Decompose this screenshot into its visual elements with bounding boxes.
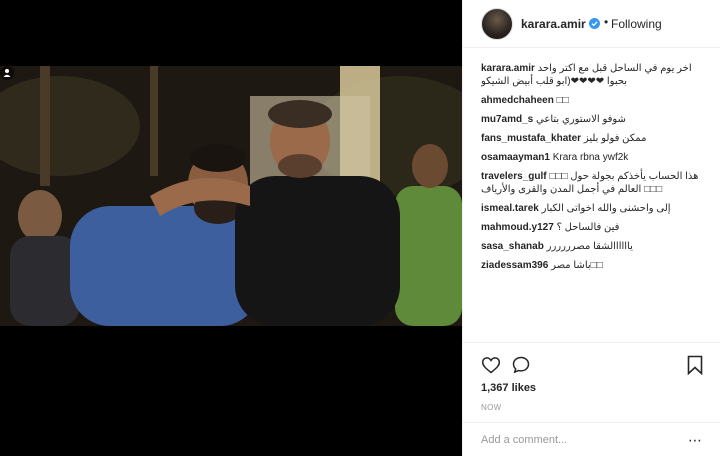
list-item: travelers_gulf هذا الحساب يأخذكم بجولة ح… [481,170,709,196]
bookmark-icon[interactable] [687,355,703,375]
heart-icon[interactable] [481,355,501,375]
comment-username[interactable]: ahmedchaheen [481,95,554,106]
caption: karara.amir اخر يوم في الساحل قبل مع اكت… [481,62,709,88]
post-header: karara.amir • Following [463,0,720,48]
comment-text: Krara rbna ywf2k [552,152,629,163]
post-actions: 1,367 likes NOW [463,342,720,422]
comment-icon[interactable] [511,355,531,375]
comment-username[interactable]: ismeal.tarek [481,203,539,214]
comment-username[interactable]: sasa_shanab [481,241,544,252]
comment-text: فين فالساحل ؟ [556,222,620,233]
comment-username[interactable]: mu7amd_s [481,114,533,125]
list-item: osamaayman1 Krara rbna ywf2k [481,151,709,164]
header-separator: • [604,15,609,29]
like-count[interactable]: 1,367 likes [481,382,536,394]
list-item: ahmedchaheen □□ [481,94,709,107]
comment-username[interactable]: fans_mustafa_khater [481,133,581,144]
comment-username[interactable]: ziadessam396 [481,260,548,271]
following-button[interactable]: Following [611,17,662,31]
verified-badge-icon [589,18,600,29]
comment-input[interactable] [481,432,671,448]
comment-username[interactable]: travelers_gulf [481,171,547,182]
list-item: ziadessam396 باشا مصر□□ [481,259,709,272]
user-tag-icon[interactable] [0,66,14,80]
post-photo[interactable] [0,66,462,326]
comment-text: ممكن فولو بليز [583,133,647,144]
comment-username[interactable]: mahmoud.y127 [481,222,554,233]
list-item: ismeal.tarek إلى واحشنى والله اخواتى الك… [481,202,709,215]
photo-scene [0,66,462,326]
avatar[interactable] [481,8,513,40]
comment-username[interactable]: karara.amir [481,63,535,74]
post-media [0,0,462,456]
post-timestamp[interactable]: NOW [481,403,501,412]
comment-text: باشا مصر□□ [551,260,603,271]
more-options-icon[interactable]: ⋯ [687,432,703,448]
add-comment-bar: ⋯ [463,422,720,456]
list-item: mu7amd_s شوفو الاستوري بتاعي [481,113,709,126]
comment-text: شوفو الاستوري بتاعي [536,114,626,125]
comment-text: إلى واحشنى والله اخواتى الكبار [541,203,671,214]
list-item: mahmoud.y127 فين فالساحل ؟ [481,221,709,234]
header-username[interactable]: karara.amir [521,17,586,31]
list-item: sasa_shanab ياااااالشقا مصرررررر [481,240,709,253]
comment-list: karara.amir اخر يوم في الساحل قبل مع اكت… [481,62,709,340]
comment-username[interactable]: osamaayman1 [481,152,550,163]
comment-text: □□ [556,95,569,106]
comment-text: ياااااالشقا مصرررررر [546,241,633,252]
list-item: fans_mustafa_khater ممكن فولو بليز [481,132,709,145]
post-side-panel: karara.amir • Following karara.amir اخر … [462,0,720,456]
